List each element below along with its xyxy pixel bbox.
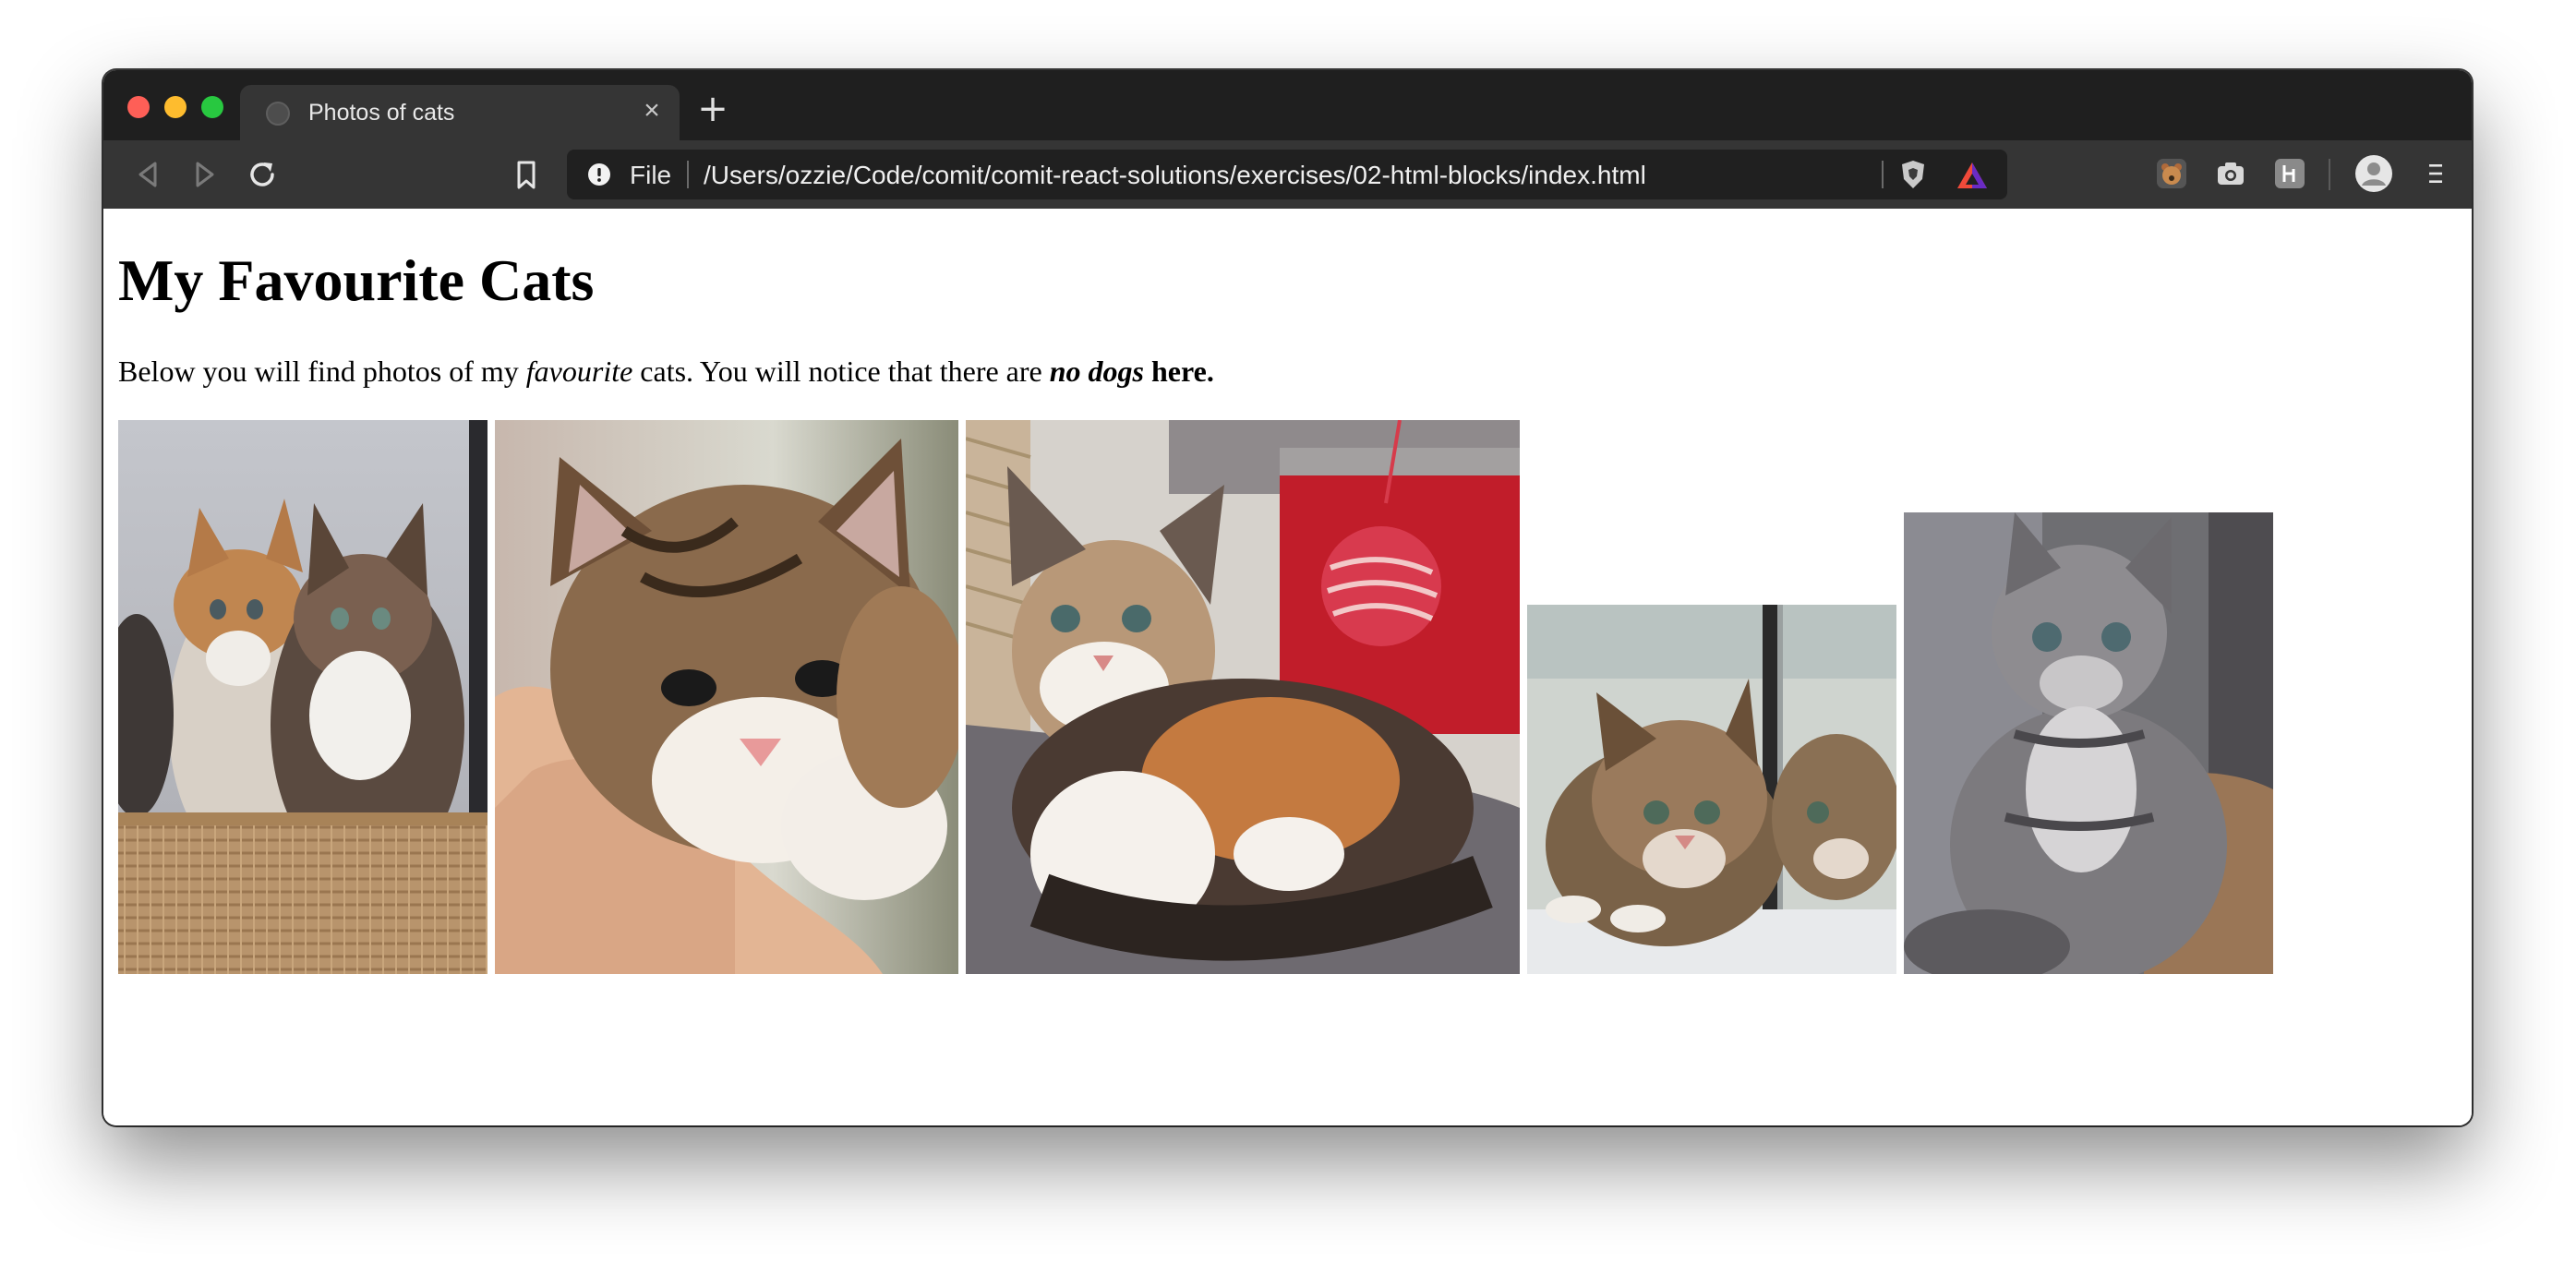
address-bar[interactable]: File /Users/ozzie/Code/comit/comit-react… <box>567 150 2007 199</box>
intro-text: cats. You will notice that there are <box>632 355 1050 388</box>
url-text[interactable]: /Users/ozzie/Code/comit/comit-react-solu… <box>704 162 1646 189</box>
toolbar: File /Users/ozzie/Code/comit/comit-react… <box>103 140 2472 209</box>
reload-icon[interactable] <box>244 156 281 193</box>
brave-rewards-icon[interactable] <box>1956 161 1989 190</box>
cat-photo <box>118 420 488 974</box>
menu-icon[interactable] <box>2419 157 2452 190</box>
new-tab-button[interactable]: + <box>694 90 731 127</box>
bookmark-icon[interactable] <box>508 156 545 193</box>
page-title: My Favourite Cats <box>118 247 595 313</box>
extension-h-icon[interactable] <box>2273 157 2306 190</box>
intro-paragraph: Below you will find photos of my favouri… <box>118 353 1214 390</box>
tab-photos-of-cats[interactable]: Photos of cats × <box>240 85 680 140</box>
divider <box>2329 159 2330 190</box>
extension-bear-icon[interactable] <box>2155 157 2188 190</box>
close-window-button[interactable] <box>127 96 150 118</box>
divider <box>687 161 689 188</box>
browser-window: Photos of cats × + File /Users/ozzie/Cod… <box>103 70 2472 1125</box>
intro-bold-italic: no dogs <box>1049 355 1144 388</box>
tab-strip: Photos of cats × + <box>103 70 2472 140</box>
info-icon[interactable] <box>587 162 611 186</box>
back-icon[interactable] <box>129 156 166 193</box>
zoom-window-button[interactable] <box>201 96 223 118</box>
divider <box>1882 161 1884 188</box>
page-content: My Favourite Cats Below you will find ph… <box>103 209 2472 1125</box>
cat-photo <box>495 420 958 974</box>
cat-photo <box>1904 512 2273 974</box>
cat-photo <box>1527 605 1896 974</box>
intro-bold: here. <box>1143 355 1214 388</box>
profile-icon[interactable] <box>2354 154 2393 193</box>
scheme-label: File <box>630 161 672 189</box>
globe-icon <box>266 102 290 126</box>
brave-shields-icon[interactable] <box>1898 159 1928 190</box>
minimize-window-button[interactable] <box>164 96 187 118</box>
intro-text: Below you will find photos of my <box>118 355 526 388</box>
extension-camera-icon[interactable] <box>2214 157 2247 190</box>
tab-title: Photos of cats <box>308 100 455 126</box>
cat-photo <box>966 420 1520 974</box>
forward-icon[interactable] <box>187 156 223 193</box>
close-tab-icon[interactable]: × <box>637 96 667 126</box>
intro-emphasis: favourite <box>525 355 633 388</box>
